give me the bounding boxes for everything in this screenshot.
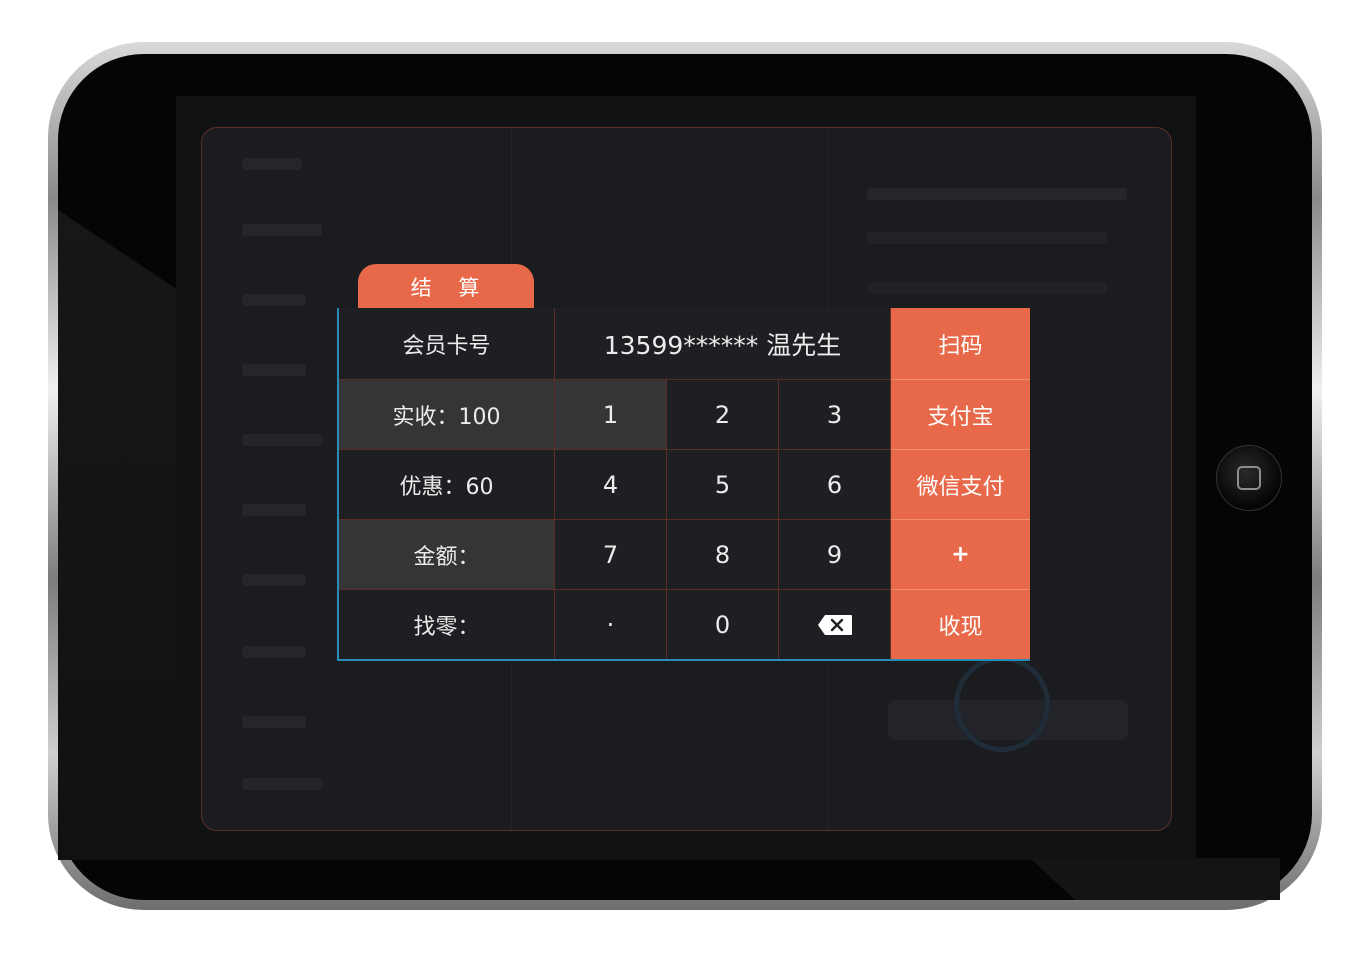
key-0[interactable]: 0: [667, 590, 779, 659]
background-row: [867, 188, 1127, 200]
background-row: [242, 716, 306, 728]
wechat-pay-button[interactable]: 微信支付: [891, 450, 1030, 520]
plus-button[interactable]: +: [891, 520, 1030, 590]
checkout-tab-title: 结 算: [358, 264, 534, 310]
alipay-button[interactable]: 支付宝: [891, 380, 1030, 450]
key-4[interactable]: 4: [555, 450, 667, 520]
home-button[interactable]: [1216, 445, 1282, 511]
member-card-label: 会员卡号: [339, 308, 555, 380]
cash-button[interactable]: 收现: [891, 590, 1030, 659]
key-7[interactable]: 7: [555, 520, 667, 590]
amount-field[interactable]: 金额：: [339, 520, 555, 590]
received-field[interactable]: 实收：100: [339, 380, 555, 450]
key-dot[interactable]: ·: [555, 590, 667, 659]
change-field[interactable]: 找零：: [339, 590, 555, 659]
background-row: [242, 158, 302, 170]
key-6[interactable]: 6: [779, 450, 891, 520]
backspace-icon: [817, 614, 852, 635]
background-row: [867, 232, 1107, 244]
scan-button[interactable]: 扫码: [891, 308, 1030, 380]
background-row: [242, 504, 306, 516]
background-row: [242, 778, 322, 790]
discount-field[interactable]: 优惠：60: [339, 450, 555, 520]
background-row: [242, 434, 322, 446]
key-backspace[interactable]: [779, 590, 891, 659]
key-1[interactable]: 1: [555, 380, 667, 450]
key-5[interactable]: 5: [667, 450, 779, 520]
member-card-value: 13599****** 温先生: [555, 308, 891, 380]
key-3[interactable]: 3: [779, 380, 891, 450]
background-row: [867, 282, 1107, 294]
background-logo: [888, 648, 1128, 768]
bezel-reflection: [58, 210, 178, 860]
background-row: [242, 646, 306, 658]
background-row: [242, 574, 306, 586]
background-row: [242, 294, 306, 306]
home-button-icon: [1237, 466, 1261, 490]
key-9[interactable]: 9: [779, 520, 891, 590]
checkout-dialog: 会员卡号 13599****** 温先生 扫码 实收：100 1 2 3 支付宝…: [337, 308, 1030, 661]
background-row: [242, 224, 322, 236]
key-8[interactable]: 8: [667, 520, 779, 590]
background-row: [242, 364, 306, 376]
key-2[interactable]: 2: [667, 380, 779, 450]
background-logo-ring: [954, 656, 1050, 752]
